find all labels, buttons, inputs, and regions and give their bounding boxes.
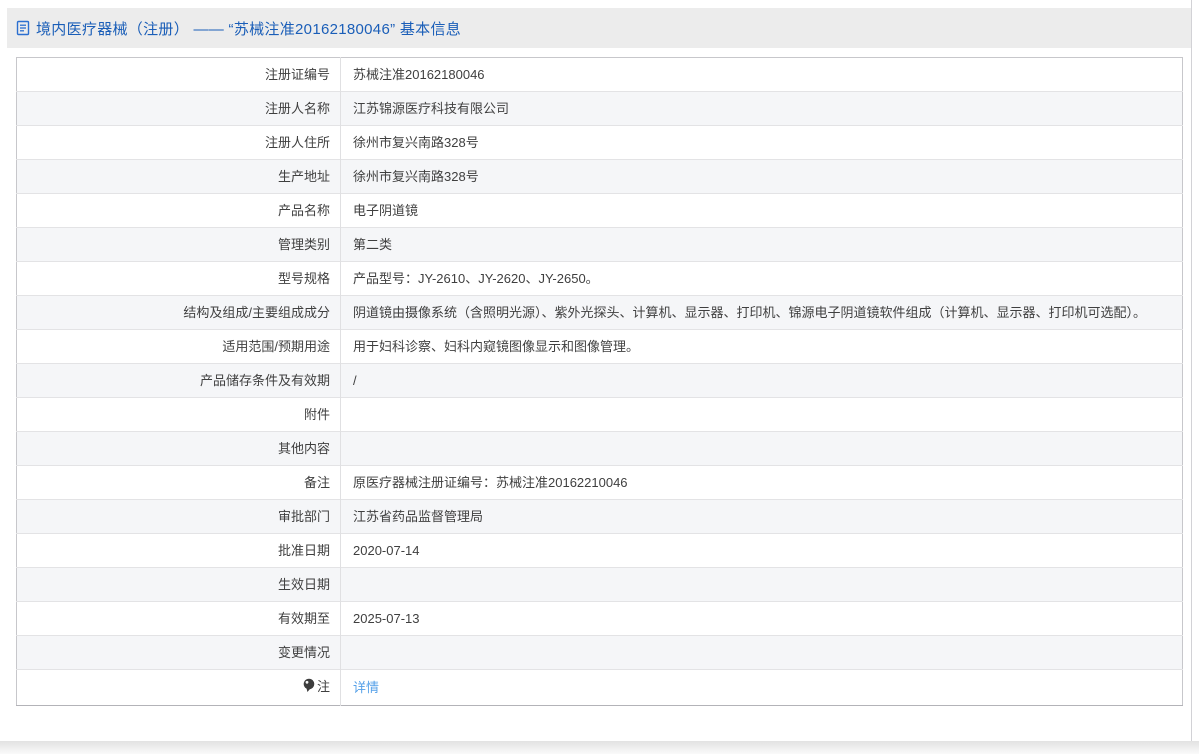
row-value: 2025-07-13	[341, 602, 1183, 636]
table-row: 注册人名称江苏锦源医疗科技有限公司	[17, 92, 1183, 126]
row-label: 备注	[17, 466, 341, 500]
page-title-bar: 境内医疗器械（注册） —— “苏械注准20162180046” 基本信息	[7, 8, 1191, 48]
row-label: 附件	[17, 398, 341, 432]
table-row: 注册证编号苏械注准20162180046	[17, 58, 1183, 92]
registration-info-table: 注册证编号苏械注准20162180046注册人名称江苏锦源医疗科技有限公司注册人…	[16, 57, 1183, 706]
row-label: 结构及组成/主要组成成分	[17, 296, 341, 330]
row-value: 徐州市复兴南路328号	[341, 160, 1183, 194]
row-label: 有效期至	[17, 602, 341, 636]
row-label: 注册人名称	[17, 92, 341, 126]
table-row: 结构及组成/主要组成成分阴道镜由摄像系统（含照明光源）、紫外光探头、计算机、显示…	[17, 296, 1183, 330]
table-row: 批准日期2020-07-14	[17, 534, 1183, 568]
page-title: 境内医疗器械（注册） —— “苏械注准20162180046” 基本信息	[36, 18, 461, 39]
table-row: 注册人住所徐州市复兴南路328号	[17, 126, 1183, 160]
row-value	[341, 568, 1183, 602]
row-label: 产品名称	[17, 194, 341, 228]
registration-table-body: 注册证编号苏械注准20162180046注册人名称江苏锦源医疗科技有限公司注册人…	[17, 58, 1183, 706]
row-value: 电子阴道镜	[341, 194, 1183, 228]
row-value: 2020-07-14	[341, 534, 1183, 568]
row-label: 变更情况	[17, 636, 341, 670]
row-label: 其他内容	[17, 432, 341, 466]
table-row: 适用范围/预期用途用于妇科诊察、妇科内窥镜图像显示和图像管理。	[17, 330, 1183, 364]
row-value	[341, 432, 1183, 466]
row-value: /	[341, 364, 1183, 398]
row-label: 注	[17, 670, 341, 706]
table-row: 变更情况	[17, 636, 1183, 670]
row-value: 阴道镜由摄像系统（含照明光源）、紫外光探头、计算机、显示器、打印机、锦源电子阴道…	[341, 296, 1183, 330]
row-label: 管理类别	[17, 228, 341, 262]
table-row: 附件	[17, 398, 1183, 432]
table-row: 产品名称电子阴道镜	[17, 194, 1183, 228]
table-row: 型号规格产品型号：JY-2610、JY-2620、JY-2650。	[17, 262, 1183, 296]
document-icon	[16, 20, 30, 36]
row-label: 生产地址	[17, 160, 341, 194]
row-value: 江苏省药品监督管理局	[341, 500, 1183, 534]
row-value: 苏械注准20162180046	[341, 58, 1183, 92]
row-value: 第二类	[341, 228, 1183, 262]
table-row: 生效日期	[17, 568, 1183, 602]
row-value: 江苏锦源医疗科技有限公司	[341, 92, 1183, 126]
row-value: 原医疗器械注册证编号：苏械注准20162210046	[341, 466, 1183, 500]
table-row: 审批部门江苏省药品监督管理局	[17, 500, 1183, 534]
page-footer-strip	[0, 741, 1199, 754]
row-value: 用于妇科诊察、妇科内窥镜图像显示和图像管理。	[341, 330, 1183, 364]
row-value: 产品型号：JY-2610、JY-2620、JY-2650。	[341, 262, 1183, 296]
row-label: 注册人住所	[17, 126, 341, 160]
row-value: 详情	[341, 670, 1183, 706]
row-label: 产品储存条件及有效期	[17, 364, 341, 398]
table-row: 备注原医疗器械注册证编号：苏械注准20162210046	[17, 466, 1183, 500]
table-row: 注详情	[17, 670, 1183, 706]
balloon-note-icon	[303, 678, 315, 699]
row-value	[341, 636, 1183, 670]
table-row: 有效期至2025-07-13	[17, 602, 1183, 636]
row-label: 适用范围/预期用途	[17, 330, 341, 364]
detail-link[interactable]: 详情	[353, 680, 379, 695]
table-row: 产品储存条件及有效期/	[17, 364, 1183, 398]
table-row: 生产地址徐州市复兴南路328号	[17, 160, 1183, 194]
row-value	[341, 398, 1183, 432]
row-label: 注册证编号	[17, 58, 341, 92]
row-label: 型号规格	[17, 262, 341, 296]
table-row: 其他内容	[17, 432, 1183, 466]
row-label: 审批部门	[17, 500, 341, 534]
content-card: 境内医疗器械（注册） —— “苏械注准20162180046” 基本信息 注册证…	[7, 0, 1192, 741]
table-row: 管理类别第二类	[17, 228, 1183, 262]
row-label: 生效日期	[17, 568, 341, 602]
row-value: 徐州市复兴南路328号	[341, 126, 1183, 160]
row-label: 批准日期	[17, 534, 341, 568]
